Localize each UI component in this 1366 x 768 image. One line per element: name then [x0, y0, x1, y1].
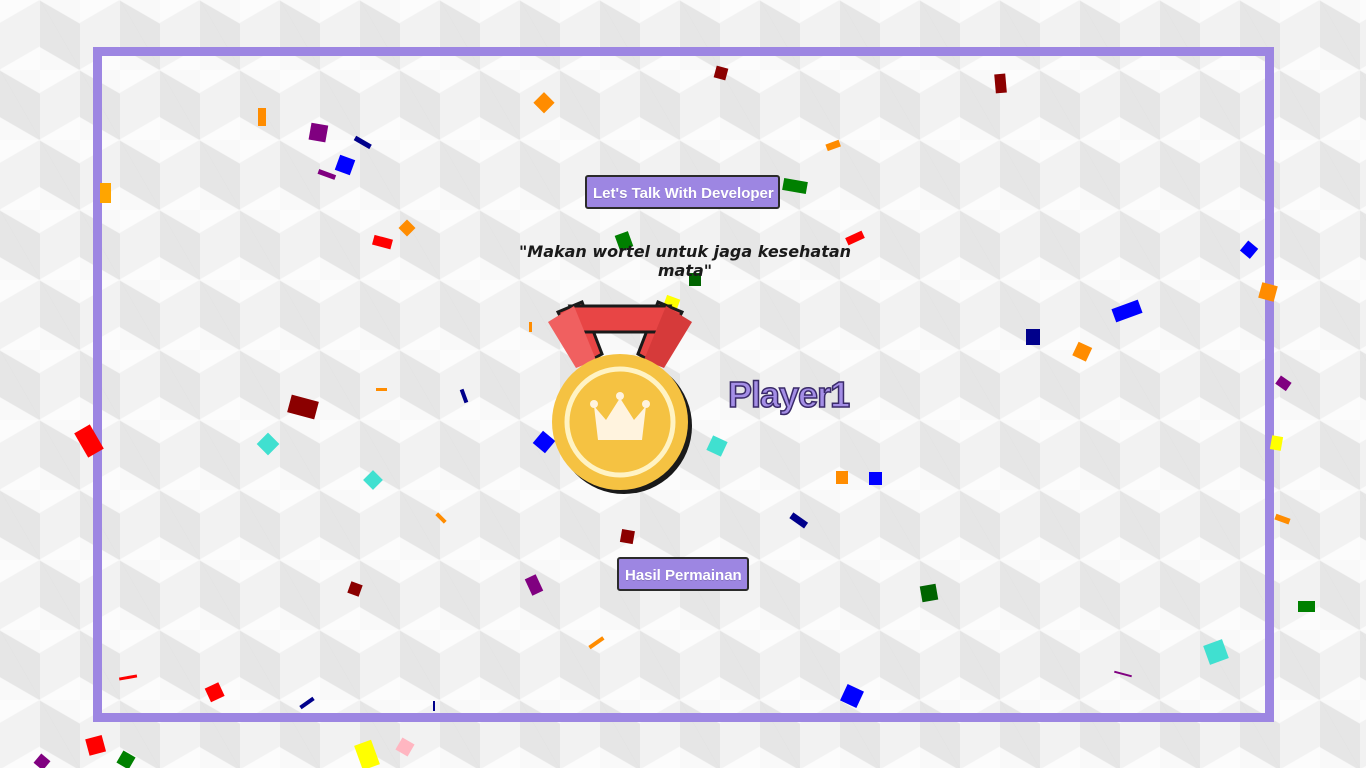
confetti-piece: [33, 753, 51, 768]
confetti-piece: [85, 734, 107, 756]
confetti-piece: [395, 737, 415, 757]
gold-medal-crown-icon: [548, 300, 692, 494]
game-results-button[interactable]: Hasil Permainan: [617, 557, 749, 591]
confetti-piece: [1275, 375, 1292, 392]
talk-with-developer-button[interactable]: Let's Talk With Developer: [585, 175, 780, 209]
winner-player-name: Player1: [727, 373, 851, 416]
confetti-piece: [1274, 513, 1291, 525]
quote-text: "Makan wortel untuk jaga kesehatan mata": [518, 242, 852, 280]
confetti-piece: [354, 739, 380, 768]
confetti-piece: [1298, 601, 1315, 612]
confetti-piece: [116, 750, 136, 768]
